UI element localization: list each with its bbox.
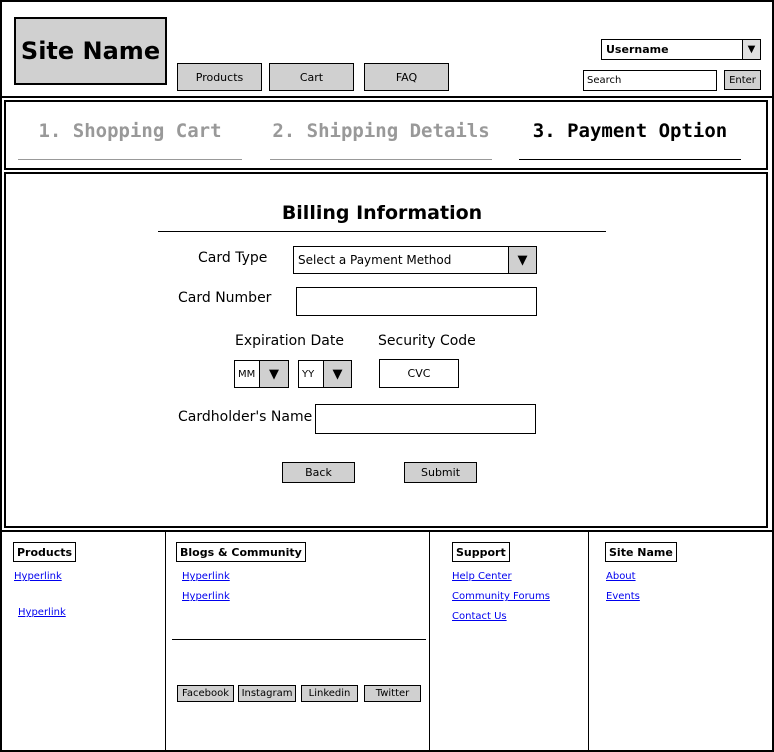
chevron-down-icon[interactable]: ▼ [508, 247, 536, 273]
facebook-button[interactable]: Facebook [177, 685, 234, 702]
cardholder-name-input[interactable] [315, 404, 536, 434]
footer-products-link[interactable]: Hyperlink [14, 571, 62, 582]
footer-products-column: Products Hyperlink Hyperlink [2, 532, 164, 750]
expiration-year-select[interactable]: YY ▼ [298, 360, 352, 388]
card-number-input[interactable] [296, 287, 537, 316]
billing-title: Billing Information [158, 202, 606, 232]
submit-button[interactable]: Submit [404, 462, 477, 483]
username-dropdown[interactable]: Username ▼ [601, 39, 761, 60]
chevron-down-icon[interactable]: ▼ [323, 361, 351, 387]
step-shipping-details[interactable]: 2. Shipping Details [270, 120, 492, 160]
billing-panel: Billing Information Card Type Select a P… [4, 172, 768, 528]
footer-community-link[interactable]: Hyperlink [182, 571, 230, 582]
footer-divider [172, 639, 426, 640]
expiration-year-value: YY [302, 368, 315, 380]
footer-site-heading: Site Name [605, 542, 677, 562]
expiration-date-label: Expiration Date [235, 333, 344, 349]
nav-cart-button[interactable]: Cart [269, 63, 354, 91]
footer-community-column: Blogs & Community Hyperlink Hyperlink Fa… [165, 532, 429, 750]
footer-support-link[interactable]: Community Forums [452, 591, 550, 602]
instagram-button[interactable]: Instagram [238, 685, 296, 702]
twitter-button[interactable]: Twitter [364, 685, 421, 702]
chevron-down-icon[interactable]: ▼ [259, 361, 288, 387]
linkedin-button[interactable]: Linkedin [301, 685, 358, 702]
step-payment-option[interactable]: 3. Payment Option [519, 120, 741, 160]
footer-support-column: Support Help Center Community Forums Con… [429, 532, 588, 750]
search-enter-button[interactable]: Enter [724, 70, 761, 90]
checkout-steps: 1. Shopping Cart 2. Shipping Details 3. … [4, 100, 768, 170]
footer-support-link[interactable]: Contact Us [452, 611, 507, 622]
card-type-value: Select a Payment Method [298, 253, 452, 267]
back-button[interactable]: Back [282, 462, 355, 483]
cardholder-name-label: Cardholder's Name [178, 409, 313, 425]
card-number-label: Card Number [178, 290, 272, 306]
site-footer: Products Hyperlink Hyperlink Blogs & Com… [2, 530, 772, 750]
footer-community-link[interactable]: Hyperlink [182, 591, 230, 602]
security-code-label: Security Code [378, 333, 476, 349]
expiration-month-select[interactable]: MM ▼ [234, 360, 289, 388]
nav-products-button[interactable]: Products [177, 63, 262, 91]
footer-support-heading: Support [452, 542, 510, 562]
footer-support-link[interactable]: Help Center [452, 571, 512, 582]
footer-products-link[interactable]: Hyperlink [18, 607, 66, 618]
nav-faq-button[interactable]: FAQ [364, 63, 449, 91]
footer-site-link[interactable]: Events [606, 591, 640, 602]
site-logo[interactable]: Site Name [14, 17, 167, 85]
search-input[interactable]: Search [583, 70, 717, 91]
card-type-select[interactable]: Select a Payment Method ▼ [293, 246, 537, 274]
username-label: Username [606, 43, 669, 56]
footer-products-heading: Products [13, 542, 77, 562]
footer-community-heading: Blogs & Community [176, 542, 306, 562]
chevron-down-icon[interactable]: ▼ [742, 40, 760, 59]
footer-site-column: Site Name About Events [588, 532, 772, 750]
footer-site-link[interactable]: About [606, 571, 636, 582]
step-shopping-cart[interactable]: 1. Shopping Cart [18, 120, 242, 160]
card-type-label: Card Type [198, 250, 268, 266]
search-placeholder: Search [587, 75, 622, 86]
expiration-month-value: MM [238, 368, 256, 380]
site-header: Site Name Products Cart FAQ Username ▼ S… [2, 2, 772, 98]
security-code-input[interactable]: CVC [379, 359, 459, 388]
